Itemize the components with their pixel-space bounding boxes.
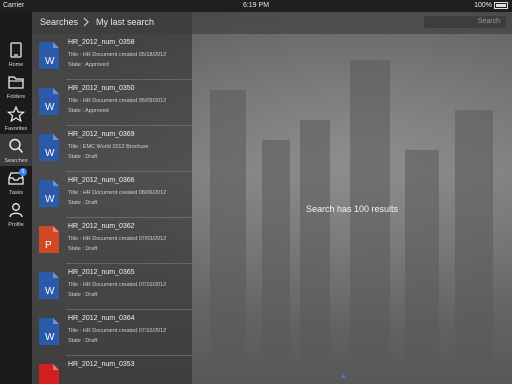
doc-name: HR_2012_num_0350 — [68, 85, 135, 92]
list-item[interactable]: W HR_2012_num_0366 Title : HR Document c… — [32, 172, 192, 218]
home-icon — [10, 42, 22, 58]
sidebar-item-favorites[interactable]: Favorites — [0, 102, 32, 134]
doc-state: State : Draft — [68, 292, 98, 298]
tasks-badge: 5 — [19, 168, 27, 176]
chevron-right-icon — [83, 17, 89, 27]
word-doc-icon: W — [39, 88, 59, 115]
folder-icon — [8, 76, 24, 89]
battery-percent: 100% — [474, 2, 492, 9]
page-dot — [342, 375, 345, 378]
doc-title: Title : HR Document created 05/18/2012 — [68, 52, 167, 58]
doc-name: HR_2012_num_0353 — [68, 361, 135, 368]
search-input[interactable]: Search — [424, 16, 506, 28]
doc-title: Title : EMC World 2012 Brochure — [68, 144, 149, 150]
pdf-doc-icon — [39, 364, 59, 384]
svg-text:P: P — [45, 240, 52, 251]
doc-state: State : Approved — [68, 62, 109, 68]
status-bar: Carrier 6:19 PM 100% — [0, 0, 512, 12]
battery-icon — [494, 2, 508, 9]
list-item[interactable]: P HR_2012_num_0362 Title : HR Document c… — [32, 218, 192, 264]
doc-state: State : Draft — [68, 154, 98, 160]
results-count: Search has 100 results — [305, 204, 399, 214]
doc-state: State : Approved — [68, 108, 109, 114]
list-item[interactable]: W HR_2012_num_0369 Title : EMC World 201… — [32, 126, 192, 172]
doc-title: Title : HR Document created 05/09/2012 — [68, 98, 167, 104]
sidebar-item-searches[interactable]: Searches — [0, 134, 32, 166]
sidebar-item-label: Tasks — [8, 190, 24, 196]
breadcrumb-searches[interactable]: Searches — [40, 17, 78, 27]
top-bar: Searches My last search Search — [32, 12, 512, 34]
status-time: 6:19 PM — [242, 2, 270, 9]
doc-name: HR_2012_num_0364 — [68, 315, 135, 322]
sidebar-item-profile[interactable]: Profile — [0, 198, 32, 230]
sidebar-item-home[interactable]: Home — [0, 38, 32, 70]
word-doc-icon: W — [39, 134, 59, 161]
list-item[interactable]: W HR_2012_num_0350 Title : HR Document c… — [32, 80, 192, 126]
profile-icon — [9, 203, 23, 218]
sidebar-item-label: Home — [8, 62, 24, 68]
doc-name: HR_2012_num_0358 — [68, 39, 135, 46]
word-doc-icon: W — [39, 272, 59, 299]
star-icon — [7, 106, 25, 122]
sidebar: Home Folders Favorites Searches 5 Tasks … — [0, 12, 32, 384]
svg-text:W: W — [45, 286, 55, 297]
svg-text:W: W — [45, 148, 55, 159]
doc-state: State : Draft — [68, 200, 98, 206]
list-item[interactable]: W HR_2012_num_0364 Title : HR Document c… — [32, 310, 192, 356]
svg-text:W: W — [45, 56, 55, 67]
doc-title: Title : HR Document created 07/10/2012 — [68, 328, 167, 334]
doc-name: HR_2012_num_0362 — [68, 223, 135, 230]
doc-title: Title : HR Document created 08/06/2012 — [68, 190, 167, 196]
battery-indicator: 100% — [474, 2, 508, 9]
svg-text:W: W — [45, 102, 55, 113]
sidebar-item-label: Profile — [8, 222, 24, 228]
word-doc-icon: W — [39, 180, 59, 207]
doc-title: Title : HR Document created 07/10/2012 — [68, 282, 167, 288]
sidebar-item-label: Folders — [6, 94, 26, 100]
doc-name: HR_2012_num_0366 — [68, 177, 135, 184]
search-icon — [9, 138, 24, 154]
sidebar-item-label: Favorites — [4, 126, 28, 132]
word-doc-icon: W — [39, 318, 59, 345]
page-dot — [350, 375, 353, 378]
doc-title: Title : HR Document created 07/03/2012 — [68, 236, 167, 242]
powerpoint-doc-icon: P — [39, 226, 59, 253]
sidebar-item-label: Searches — [4, 158, 28, 164]
doc-name: HR_2012_num_0369 — [68, 131, 135, 138]
svg-text:W: W — [45, 194, 55, 205]
doc-state: State : Draft — [68, 246, 98, 252]
sidebar-item-folders[interactable]: Folders — [0, 70, 32, 102]
list-item[interactable]: W HR_2012_num_0365 Title : HR Document c… — [32, 264, 192, 310]
sidebar-item-tasks[interactable]: 5 Tasks — [0, 166, 32, 198]
svg-text:W: W — [45, 332, 55, 343]
word-doc-icon: W — [39, 42, 59, 69]
doc-state: State : Draft — [68, 338, 98, 344]
breadcrumb-current: My last search — [96, 17, 155, 27]
doc-name: HR_2012_num_0365 — [68, 269, 135, 276]
list-item[interactable]: HR_2012_num_0353 — [32, 356, 192, 384]
page-indicator[interactable] — [342, 375, 353, 378]
list-item[interactable]: W HR_2012_num_0358 Title : HR Document c… — [32, 34, 192, 80]
